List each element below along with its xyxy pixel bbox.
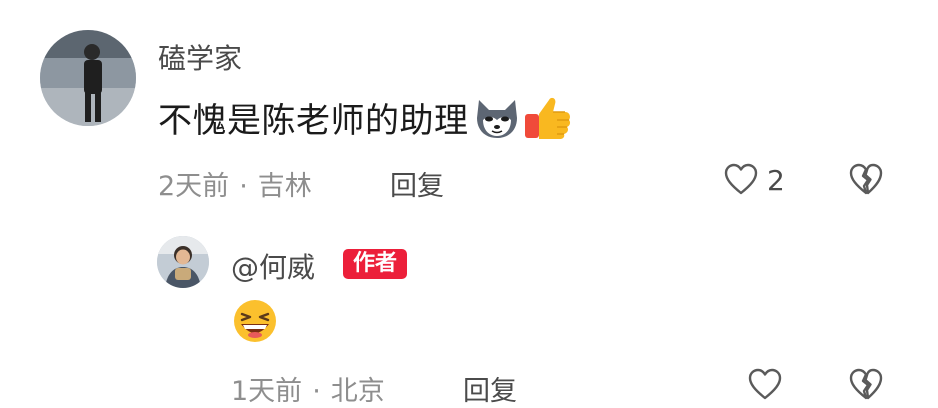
like-heart-icon[interactable] [723,162,759,196]
comment-text: 不愧是陈老师的助理 [158,101,469,141]
laughing-face-emoji-icon [231,298,279,344]
reply-username[interactable]: @何威 [231,246,315,286]
author-badge: 作者 [343,249,408,279]
like-count: 2 [767,164,785,197]
reply-avatar-image [157,236,209,288]
separator: · [239,171,248,202]
dislike-broken-heart-icon[interactable] [848,162,884,196]
comment-username[interactable]: 磕学家 [158,37,242,77]
comment-body: 不愧是陈老师的助理 [158,93,573,142]
separator: · [312,376,321,407]
reply-like-heart-icon[interactable] [747,367,783,401]
reply-location: 北京 [330,376,385,407]
comment-location: 吉林 [257,171,312,202]
reply-time: 1天前 [231,376,303,407]
thumbs-up-emoji-icon [523,94,573,142]
reply-dislike-broken-heart-icon[interactable] [848,367,884,401]
reply-reply-button[interactable]: 回复 [463,369,517,408]
comment-time: 2天前 [158,171,230,202]
wolf-face-emoji-icon [473,96,521,140]
reply-avatar[interactable] [157,236,209,288]
reply-button[interactable]: 回复 [390,164,444,203]
comment-meta: 2天前 · 吉林 [158,164,312,203]
avatar-image [40,30,136,126]
avatar[interactable] [40,30,136,126]
reply-meta: 1天前 · 北京 [231,369,385,408]
